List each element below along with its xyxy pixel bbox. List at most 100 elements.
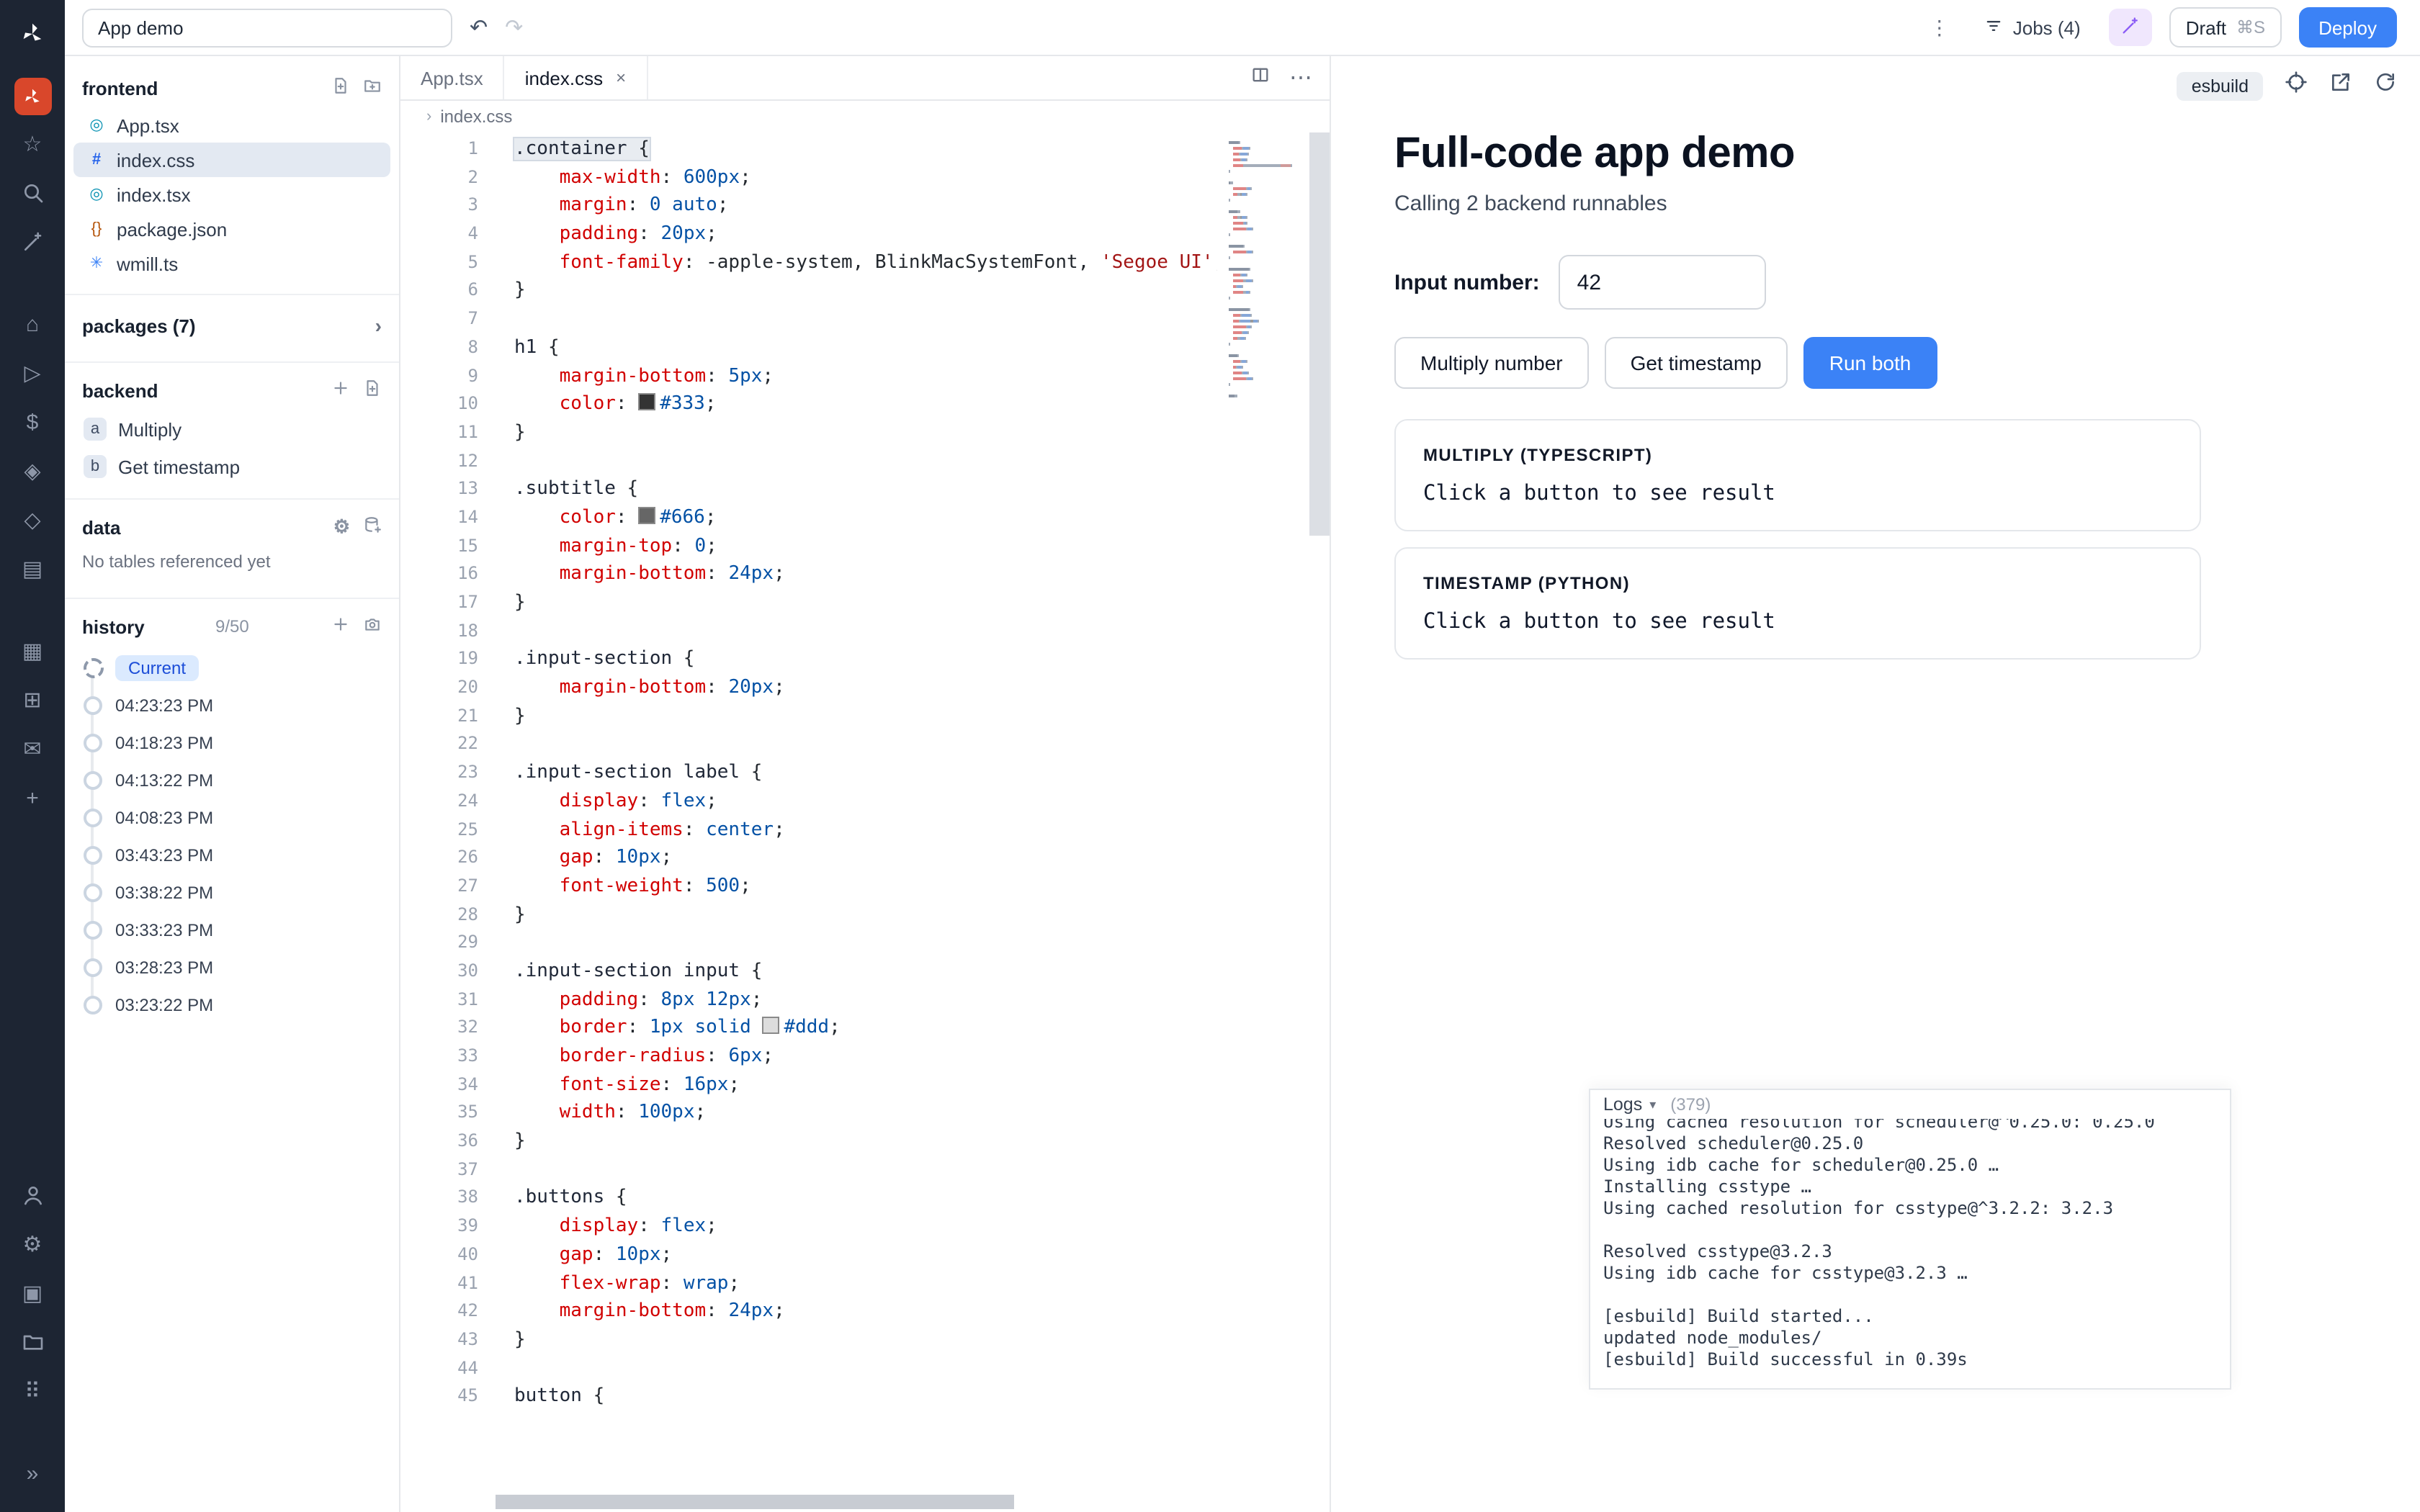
code-line: 15 margin-top: 0; (400, 532, 1217, 560)
sidebar-file-wmill.ts[interactable]: ✳wmill.ts (73, 246, 390, 281)
breadcrumb[interactable]: › index.css (400, 101, 1330, 132)
history-entry[interactable]: 04:08:23 PM (65, 799, 399, 837)
tab-App.tsx[interactable]: App.tsx (400, 56, 505, 99)
deploy-button[interactable]: Deploy (2298, 7, 2397, 48)
data-settings-icon[interactable]: ⚙ (333, 516, 350, 539)
history-entry[interactable]: 03:33:23 PM (65, 912, 399, 949)
bundler-badge[interactable]: esbuild (2177, 71, 2263, 100)
resources-icon[interactable]: ◈ (12, 451, 53, 491)
multiply-number-button[interactable]: Multiply number (1394, 337, 1589, 389)
sidebar-file-index.tsx[interactable]: ◎index.tsx (73, 177, 390, 212)
new-file-icon[interactable] (331, 76, 350, 99)
backend-runnable-Get timestamp[interactable]: bGet timestamp (65, 448, 399, 485)
code-line: 10 color: #333; (400, 390, 1217, 418)
new-folder-icon[interactable] (363, 76, 382, 99)
grid-icon[interactable]: ⠿ (12, 1371, 53, 1411)
home-icon[interactable]: ⌂ (12, 304, 53, 344)
history-entry[interactable]: 03:38:22 PM (65, 874, 399, 912)
packages-section: packages (7) › (65, 294, 399, 348)
minimap[interactable] (1229, 141, 1304, 400)
layers-icon[interactable]: ▤ (12, 549, 53, 589)
logs-header[interactable]: Logs ▾ (379) (1590, 1090, 2230, 1119)
editor-more-icon[interactable]: ⋯ (1289, 63, 1312, 92)
settings-icon[interactable]: ⚙ (12, 1224, 53, 1264)
plus-icon[interactable]: + (12, 778, 53, 818)
redo-icon[interactable]: ↷ (505, 14, 523, 40)
sidebar-file-index.css[interactable]: #index.css (73, 143, 390, 177)
code-line: 17} (400, 589, 1217, 617)
code-line: 8h1 { (400, 334, 1217, 362)
sidebar-file-App.tsx[interactable]: ◎App.tsx (73, 108, 390, 143)
history-entry[interactable]: 03:28:23 PM (65, 949, 399, 986)
code-line: 37 (400, 1156, 1217, 1184)
camera-icon[interactable] (363, 615, 382, 638)
sidebar-file-package.json[interactable]: {}package.json (73, 212, 390, 246)
add-runnable-icon[interactable] (331, 379, 350, 402)
expand-icon[interactable]: » (12, 1453, 53, 1493)
undo-icon[interactable]: ↶ (470, 14, 488, 40)
line-number: 39 (400, 1212, 497, 1241)
tab-index.css[interactable]: index.css× (505, 56, 647, 99)
flow-icon[interactable]: ⊞ (12, 680, 53, 720)
ai-wand-button[interactable] (2110, 9, 2153, 46)
code-line: 45button { (400, 1383, 1217, 1411)
history-entry[interactable]: 04:23:23 PM (65, 687, 399, 724)
mail-icon[interactable]: ✉ (12, 729, 53, 769)
history-dot (84, 921, 102, 940)
box-icon[interactable]: ▣ (12, 1273, 53, 1313)
editor-tabbar: App.tsxindex.css× ⋯ (400, 56, 1330, 101)
component-picker-icon[interactable] (2285, 71, 2308, 101)
card-title: MULTIPLY (TYPESCRIPT) (1423, 445, 2172, 465)
history-dot (84, 996, 102, 1014)
more-menu-icon[interactable]: ⋮ (1924, 15, 1955, 40)
close-tab-icon[interactable]: × (616, 68, 626, 88)
history-entry[interactable]: 03:23:22 PM (65, 986, 399, 1024)
windmill-logo[interactable] (12, 13, 53, 53)
history-dot (84, 846, 102, 865)
history-current[interactable]: Current (65, 649, 399, 687)
packages-row[interactable]: packages (7) › (65, 302, 399, 348)
code-line: 31 padding: 8px 12px; (400, 986, 1217, 1014)
refresh-icon[interactable] (2374, 71, 2397, 101)
add-snapshot-icon[interactable] (331, 615, 350, 638)
code-area[interactable]: 1.container {2 max-width: 600px;3 margin… (400, 132, 1330, 1512)
history-dot (84, 883, 102, 902)
jobs-button[interactable]: Jobs (4) (1973, 9, 2092, 46)
send-icon[interactable]: ◇ (12, 500, 53, 540)
folder-icon[interactable] (12, 1322, 53, 1362)
history-section: history 9/50 Current04:23:23 PM04:18:23 … (65, 598, 399, 1024)
number-input[interactable]: 42 (1559, 255, 1766, 310)
code-line: 20 margin-bottom: 20px; (400, 674, 1217, 702)
horizontal-scrollbar[interactable] (496, 1495, 1014, 1509)
code-line: 30.input-section input { (400, 958, 1217, 986)
history-entry[interactable]: 04:18:23 PM (65, 724, 399, 762)
user-icon[interactable] (12, 1175, 53, 1215)
line-number: 26 (400, 844, 497, 872)
line-number: 27 (400, 873, 497, 901)
backend-runnable-Multiply[interactable]: aMultiply (65, 410, 399, 448)
add-table-icon[interactable] (363, 516, 382, 539)
dollar-icon[interactable]: $ (12, 402, 53, 442)
page-title: Full-code app demo (1394, 130, 2357, 179)
open-external-icon[interactable] (2329, 71, 2352, 101)
logs-content[interactable]: Using cached resolution for scheduler@^0… (1590, 1112, 2230, 1371)
wand-icon[interactable] (12, 222, 53, 262)
new-script-icon[interactable] (363, 379, 382, 402)
app-tile[interactable] (14, 78, 51, 115)
run-both-button[interactable]: Run both (1803, 337, 1937, 389)
split-editor-icon[interactable] (1250, 64, 1270, 91)
line-number: 21 (400, 703, 497, 731)
draft-button[interactable]: Draft ⌘S (2170, 7, 2281, 48)
line-number: 2 (400, 163, 497, 192)
app-name-input[interactable]: App demo (82, 8, 452, 47)
get-timestamp-button[interactable]: Get timestamp (1605, 337, 1788, 389)
icon-rail: ☆ ⌂ ▷ $ ◈ ◇ ▤ ▦ ⊞ ✉ + ⚙ ▣ ⠿ » (0, 0, 65, 1512)
calendar-icon[interactable]: ▦ (12, 631, 53, 671)
vertical-scrollbar[interactable] (1309, 132, 1330, 536)
search-icon[interactable] (12, 173, 53, 213)
history-entry[interactable]: 04:13:22 PM (65, 762, 399, 799)
history-entry[interactable]: 03:43:23 PM (65, 837, 399, 874)
star-icon[interactable]: ☆ (12, 124, 53, 164)
play-icon[interactable]: ▷ (12, 353, 53, 393)
app-preview-pane: esbuild Full-code app demo Calling 2 bac… (1331, 56, 2420, 1512)
